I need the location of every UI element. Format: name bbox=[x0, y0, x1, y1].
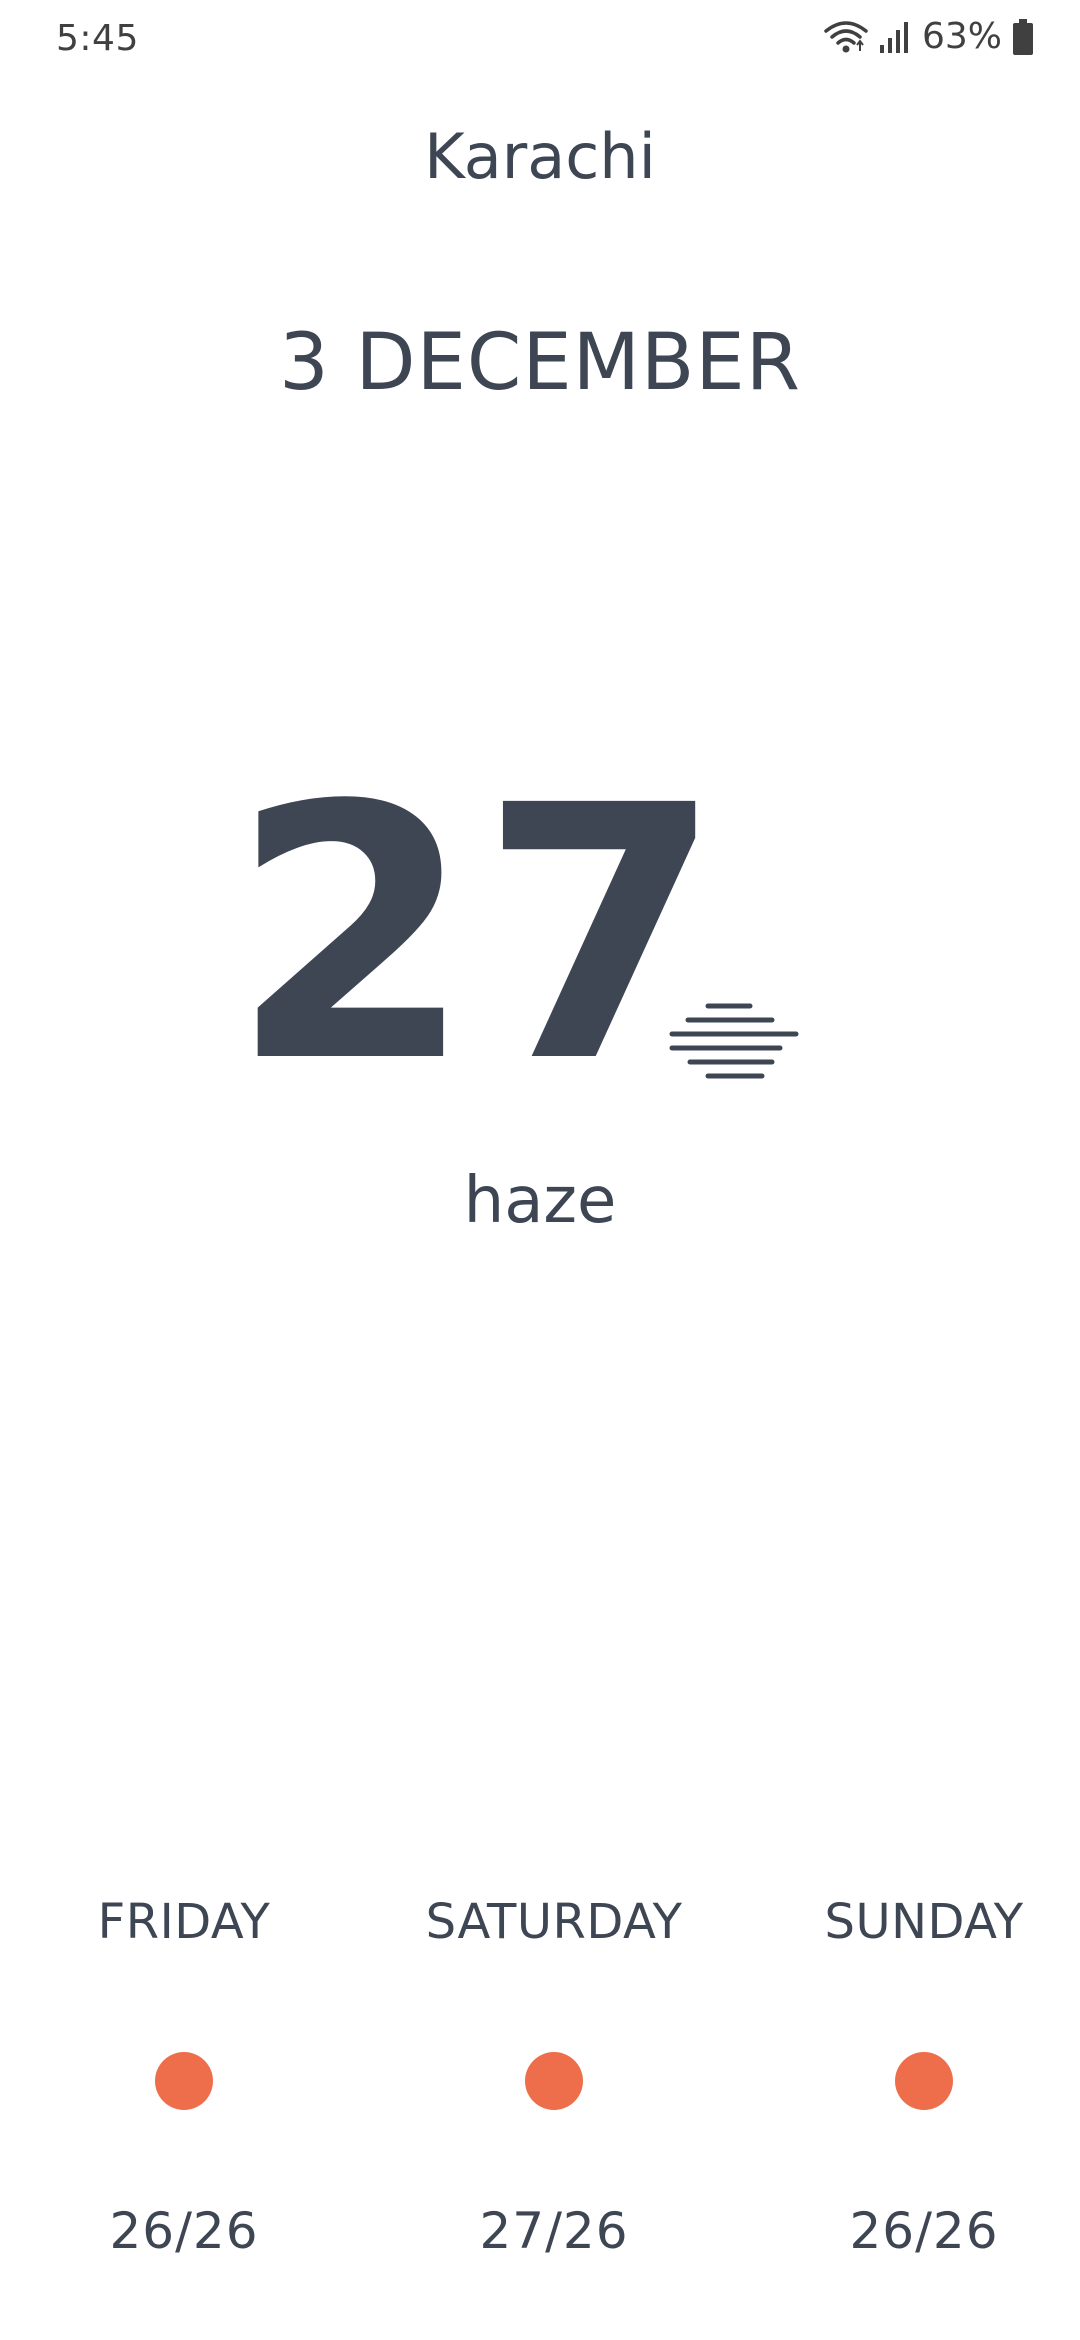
forecast-temps: 26/26 bbox=[849, 2202, 999, 2260]
forecast-day-card[interactable]: FRIDAY 26/26 bbox=[4, 1880, 364, 2260]
forecast-row: FRIDAY 26/26 SATURDAY 27/26 SUNDAY 26/26 bbox=[0, 1880, 1080, 2300]
haze-icon bbox=[668, 998, 800, 1084]
forecast-day-label: FRIDAY bbox=[97, 1894, 271, 1950]
current-date: 3 DECEMBER bbox=[279, 318, 801, 408]
forecast-day-label: SATURDAY bbox=[425, 1894, 683, 1950]
wifi-icon bbox=[824, 19, 868, 55]
sun-dot-icon bbox=[895, 2052, 953, 2110]
signal-icon bbox=[878, 19, 912, 55]
forecast-temps: 26/26 bbox=[109, 2202, 259, 2260]
current-temperature: 27 bbox=[230, 731, 730, 1139]
battery-icon bbox=[1012, 18, 1034, 56]
weather-condition: haze bbox=[463, 1164, 617, 1238]
city-name: Karachi bbox=[424, 120, 656, 193]
status-bar: 5:45 63% bbox=[0, 0, 1080, 84]
sun-dot-icon bbox=[155, 2052, 213, 2110]
sun-dot-icon bbox=[525, 2052, 583, 2110]
status-icons: 63% bbox=[824, 16, 1034, 57]
battery-percentage: 63% bbox=[921, 16, 1002, 57]
status-time: 5:45 bbox=[56, 18, 139, 59]
forecast-day-label: SUNDAY bbox=[824, 1894, 1024, 1950]
forecast-day-card[interactable]: SUNDAY 26/26 bbox=[744, 1880, 1080, 2260]
forecast-day-card[interactable]: SATURDAY 27/26 bbox=[374, 1880, 734, 2260]
forecast-temps: 27/26 bbox=[479, 2202, 629, 2260]
